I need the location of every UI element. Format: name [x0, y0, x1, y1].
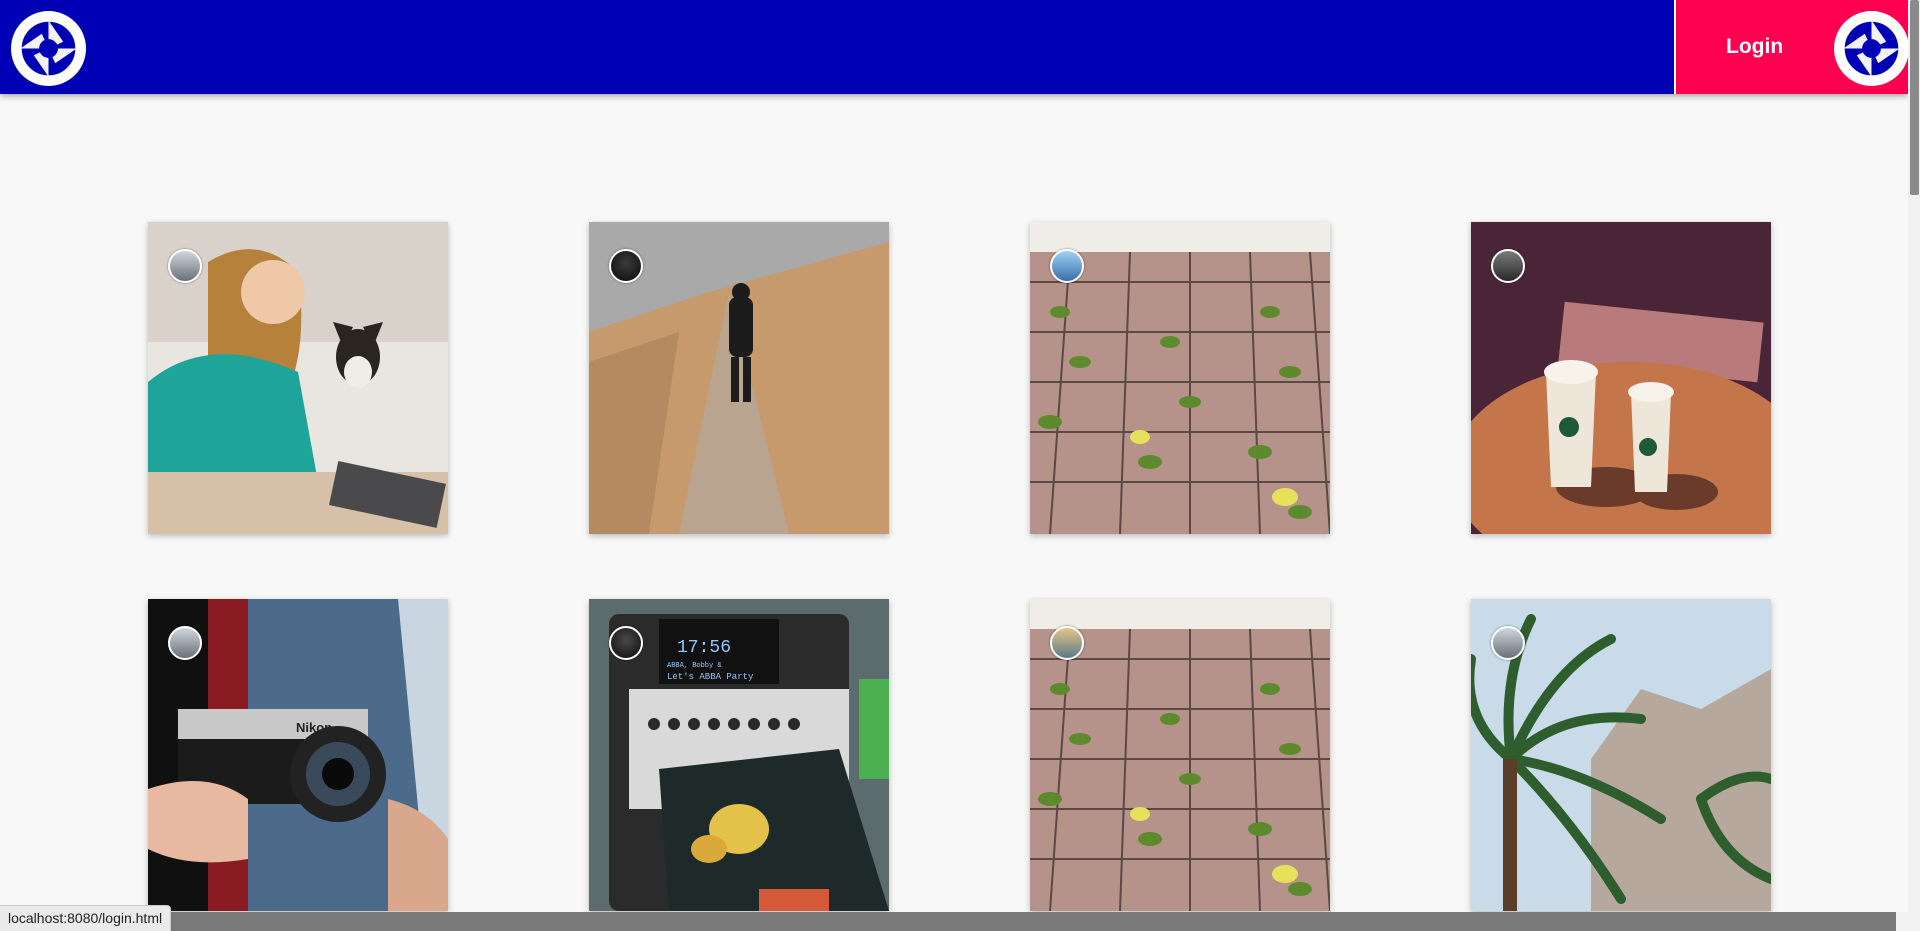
user-avatar-6[interactable]: [609, 626, 643, 660]
radio-line2-text: Let's ABBA Party: [667, 672, 754, 682]
horizontal-scrollbar[interactable]: [0, 912, 1896, 931]
photo-card-6[interactable]: 17:56 ABBA, Bobby & Let's ABBA Party: [589, 599, 889, 911]
login-label: Login: [1726, 35, 1784, 58]
vertical-scroll-thumb[interactable]: [1910, 0, 1919, 195]
radio-line1-text: ABBA, Bobby &: [667, 662, 722, 670]
user-avatar-4[interactable]: [1491, 249, 1525, 283]
radio-time-text: 17:56: [677, 638, 731, 658]
user-avatar-5[interactable]: [168, 626, 202, 660]
logo-right[interactable]: [1834, 11, 1909, 86]
photo-card-5[interactable]: Nikon: [148, 599, 448, 911]
photo-card-7[interactable]: [1030, 599, 1330, 911]
user-avatar-3[interactable]: [1050, 249, 1084, 283]
user-avatar-7[interactable]: [1050, 626, 1084, 660]
status-url: localhost:8080/login.html: [0, 905, 172, 931]
photo-card-8[interactable]: [1471, 599, 1771, 911]
photo-card-3[interactable]: [1030, 222, 1330, 534]
photo-card-4[interactable]: [1471, 222, 1771, 534]
camera-brand-text: Nikon: [296, 720, 332, 735]
scrollbar-corner: [1896, 912, 1920, 931]
photo-card-1[interactable]: [148, 222, 448, 534]
camera-shutter-icon: [19, 19, 78, 78]
top-navbar: Login: [0, 0, 1909, 94]
user-avatar-1[interactable]: [168, 249, 202, 283]
user-avatar-8[interactable]: [1491, 626, 1525, 660]
logo-left[interactable]: [11, 11, 86, 86]
user-avatar-2[interactable]: [609, 249, 643, 283]
photo-card-2[interactable]: [589, 222, 889, 534]
camera-shutter-icon: [1842, 19, 1901, 78]
